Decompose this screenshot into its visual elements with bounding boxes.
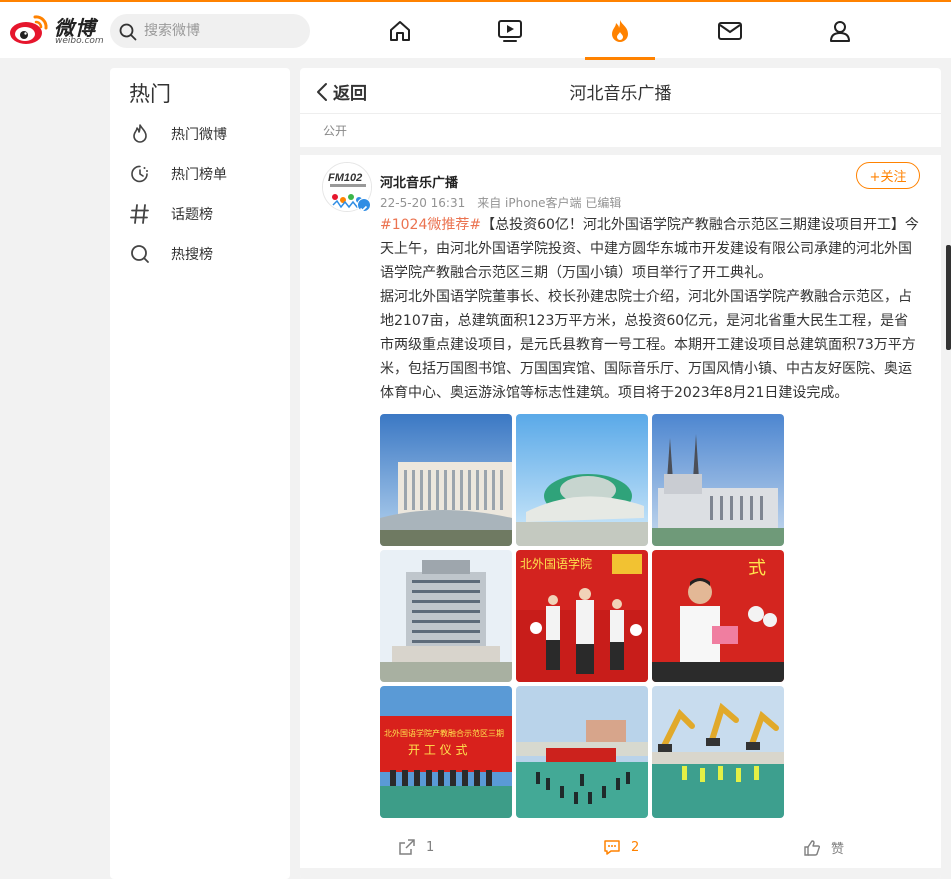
weibo-logo[interactable]: 微博 weibo.com [8,11,104,49]
page-title: 河北音乐广播 [569,84,672,104]
sidebar-item-hot-list[interactable]: 热门榜单 [129,158,279,190]
photo-cathedral-building[interactable] [652,414,784,546]
hot-fire-icon[interactable] [607,18,633,44]
svg-text:北外国语学院: 北外国语学院 [520,556,592,571]
scrollbar-thumb[interactable] [946,245,951,350]
profile-icon[interactable] [827,18,853,44]
post-text: #1024微推荐#【总投资60亿！河北外国语学院产教融合示范区三期建设项目开工】… [380,213,920,405]
back-label: 返回 [333,84,367,104]
search-box[interactable] [110,14,310,48]
like-button[interactable]: 赞 [803,838,844,857]
chevron-left-icon [317,82,327,101]
verified-badge-icon [357,198,371,212]
sidebar-item-topics[interactable]: 话题榜 [129,198,279,230]
sidebar-item-label: 热搜榜 [171,247,213,263]
comment-count: 2 [631,839,640,855]
photo-speaker-podium[interactable]: 式 [652,550,784,682]
author-name[interactable]: 河北音乐广播 [380,172,458,191]
sidebar-item-label: 热门微博 [171,127,227,143]
search-input[interactable] [144,14,294,48]
repost-button[interactable]: 1 [398,838,434,856]
weibo-eye-icon [10,15,48,44]
section-divider [300,147,941,155]
photo-ceremony-field[interactable] [516,686,648,818]
post-bottom-separator [300,868,941,879]
mail-icon[interactable] [717,18,743,44]
sidebar-item-label: 话题榜 [171,207,213,223]
photo-excavators[interactable] [652,686,784,818]
svg-text:式: 式 [748,558,766,579]
comment-icon [604,840,620,855]
svg-text:FM102: FM102 [328,172,362,184]
logo-domain: weibo.com [55,36,104,46]
repost-icon [399,839,415,855]
hashtag-link[interactable]: #1024微推荐# [380,217,481,233]
clock-icon [131,165,148,183]
photo-hotel-tower[interactable] [380,550,512,682]
svg-text:北外国语学院产教融合示范区三期: 北外国语学院产教融合示范区三期 [384,728,504,738]
thumbs-up-icon [804,839,821,856]
photo-grid: 北外国语学院 式 北外国语学院产教融合示范区三期 开 工 仪 式 [380,414,784,818]
sidebar-item-hot-weibo[interactable]: 热门微博 [129,118,279,150]
top-navigation-bar: 微博 weibo.com [0,0,951,60]
sidebar-title: 热门 [129,82,171,106]
follow-button[interactable]: +关注 [856,162,920,189]
post-paragraph: 据河北外国语学院董事长、校长孙建忠院士介绍，河北外国语学院产教融合示范区，占地2… [380,289,916,401]
photo-stadium-dome[interactable] [516,414,648,546]
search-icon [131,245,149,263]
visibility-label: 公开 [323,124,348,138]
main-panel: 河北音乐广播 返回 公开 FM102 河北音乐广播 22-5-20 16:31 … [300,68,941,879]
video-icon[interactable] [497,18,523,44]
sidebar-item-label: 热门榜单 [171,167,227,183]
left-sidebar: 热门 热门微博 热门榜单 话题榜 热搜榜 [110,68,290,879]
home-icon[interactable] [387,18,413,44]
main-header: 河北音乐广播 返回 [300,68,941,114]
back-button[interactable]: 返回 [316,79,367,104]
photo-stage-banner[interactable]: 北外国语学院产教融合示范区三期 开 工 仪 式 [380,686,512,818]
svg-text:开 工 仪 式: 开 工 仪 式 [408,743,467,757]
photo-ceremony-speakers[interactable]: 北外国语学院 [516,550,648,682]
flame-icon [133,124,147,143]
post-meta: 22-5-20 16:31 来自 iPhone客户端 已编辑 [380,196,622,210]
active-tab-indicator [585,57,655,60]
hashtag-icon [130,204,149,224]
photo-library-building[interactable] [380,414,512,546]
repost-count: 1 [426,839,435,855]
comment-button[interactable]: 2 [603,838,639,856]
sidebar-item-hot-search[interactable]: 热搜榜 [129,238,279,270]
like-label: 赞 [831,842,845,857]
post-actions: 1 2 赞 [300,828,941,868]
search-icon [119,23,137,41]
